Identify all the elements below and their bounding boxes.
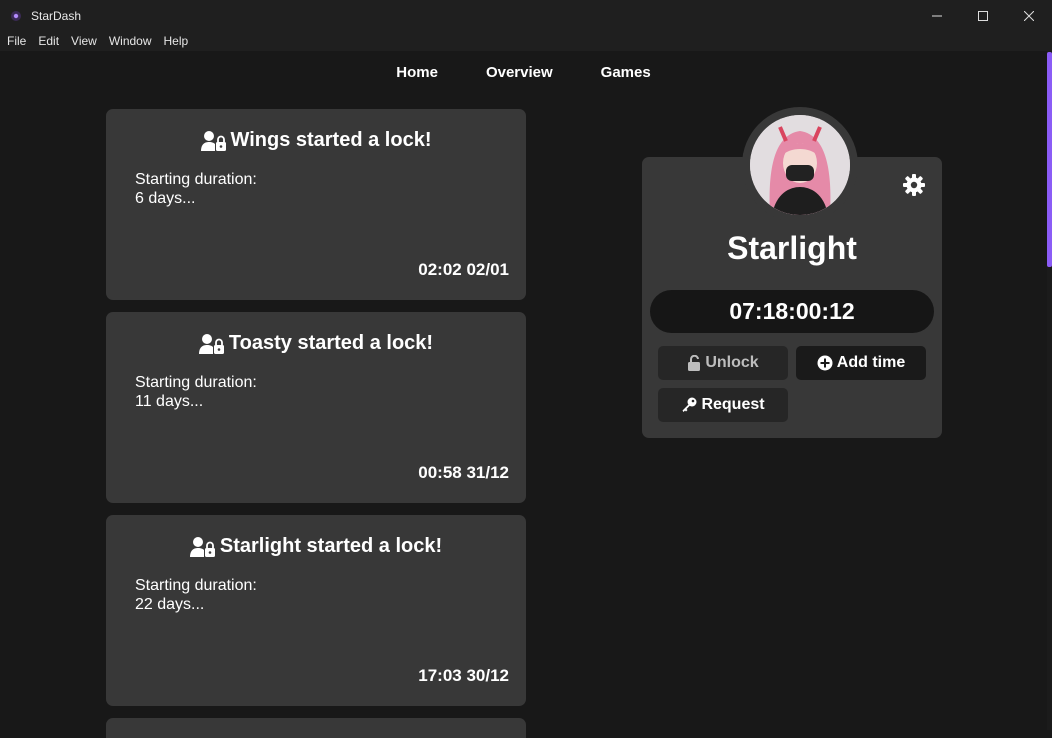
feed-card: Starlight started a lock! Starting durat… [106, 515, 526, 706]
key-icon [682, 397, 697, 412]
request-button[interactable]: Request [658, 388, 788, 422]
feed-card-title: Starlight started a lock! [219, 535, 443, 557]
add-time-label: Add time [836, 354, 906, 371]
main-nav: Home Overview Games [0, 51, 1047, 93]
maximize-button[interactable] [960, 0, 1006, 31]
menu-help[interactable]: Help [164, 34, 189, 48]
menu-bar: File Edit View Window Help [0, 31, 1052, 51]
title-bar: StarDash [0, 0, 1052, 31]
avatar [750, 115, 850, 215]
request-label: Request [701, 396, 765, 413]
feed-card: Wings started a lock! Starting duration:… [106, 109, 526, 300]
feed-card-timestamp: 00:58 31/12 [418, 463, 509, 482]
nav-games[interactable]: Games [601, 64, 651, 81]
maximize-icon [978, 10, 988, 21]
duration-value: 22 days... [135, 596, 205, 613]
settings-button[interactable] [902, 173, 926, 197]
close-icon [1024, 10, 1034, 21]
duration-value: 6 days... [135, 190, 196, 207]
add-time-button[interactable]: Add time [796, 346, 926, 380]
menu-edit[interactable]: Edit [38, 34, 59, 48]
window-controls [914, 0, 1052, 31]
menu-file[interactable]: File [7, 34, 26, 48]
feed-card [106, 718, 526, 738]
duration-label: Starting duration: [135, 577, 257, 594]
duration-label: Starting duration: [135, 374, 257, 391]
nav-home[interactable]: Home [396, 64, 438, 81]
unlock-button[interactable]: Unlock [658, 346, 788, 380]
feed-card: Toasty started a lock! Starting duration… [106, 312, 526, 503]
feed-card-timestamp: 02:02 02/01 [418, 260, 509, 279]
window-title: StarDash [31, 8, 82, 23]
duration-value: 11 days... [135, 393, 204, 410]
duration-label: Starting duration: [135, 171, 257, 188]
feed-card-timestamp: 17:03 30/12 [418, 666, 509, 685]
nav-overview[interactable]: Overview [486, 64, 553, 81]
unlock-label: Unlock [705, 354, 759, 371]
plus-circle-icon [817, 355, 833, 371]
menu-view[interactable]: View [71, 34, 97, 48]
unlock-icon [688, 355, 701, 371]
minimize-icon [932, 15, 942, 16]
user-lock-icon [198, 333, 224, 354]
lock-timer: 07:18:00:12 [650, 290, 934, 333]
app-icon [11, 10, 21, 21]
feed-card-title: Toasty started a lock! [228, 332, 434, 354]
gear-icon [903, 174, 925, 196]
user-lock-icon [189, 536, 215, 557]
user-lock-icon [200, 130, 226, 151]
profile-name: Starlight [727, 230, 857, 266]
avatar-image [750, 115, 850, 215]
menu-window[interactable]: Window [109, 34, 152, 48]
minimize-button[interactable] [914, 0, 960, 31]
scrollbar-thumb[interactable] [1047, 52, 1052, 267]
feed-card-title: Wings started a lock! [230, 129, 432, 151]
close-button[interactable] [1006, 0, 1052, 31]
